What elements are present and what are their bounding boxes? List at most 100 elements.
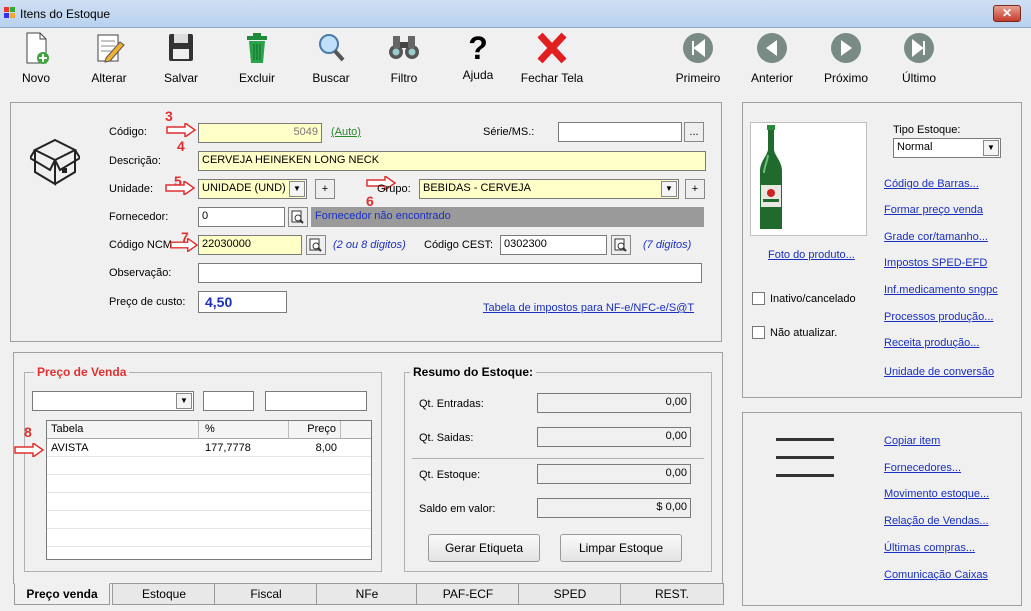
summary-divider (412, 458, 704, 459)
group-value: BEBIDAS - CERVEJA (423, 182, 531, 194)
chevron-down-icon[interactable]: ▼ (661, 181, 677, 197)
clear-stock-button[interactable]: Limpar Estoque (560, 534, 682, 562)
description-label: Descrição: (109, 155, 161, 167)
ncm-field[interactable]: 22030000 (198, 235, 302, 255)
cest-label: Código CEST: (424, 239, 494, 251)
new-button[interactable]: Novo (14, 30, 58, 88)
add-group-button[interactable]: + (685, 179, 705, 199)
description-field[interactable]: CERVEJA HEINEKEN LONG NECK (198, 151, 706, 171)
window-title: Itens do Estoque (20, 7, 111, 21)
code-field[interactable]: 5049 (198, 123, 322, 143)
group-label: Grupo: (377, 183, 411, 195)
row-price-cell: 8,00 (315, 442, 337, 454)
price-grid: Tabela % Preço AVISTA 177,7778 8,00 (46, 420, 372, 560)
cest-field[interactable]: 0302300 (500, 235, 607, 255)
supplier-lookup-button[interactable] (288, 207, 308, 227)
annotation-4: 4 (177, 138, 185, 154)
series-lookup-button[interactable]: ... (684, 122, 704, 142)
tax-table-link[interactable]: Tabela de impostos para NF-e/NFC-e/S@T (483, 302, 694, 314)
column-header-price[interactable]: Preço (289, 421, 341, 439)
photo-link[interactable]: Foto do produto... (768, 249, 855, 261)
tab-nfe[interactable]: NFe (316, 583, 418, 605)
delete-button[interactable]: Excluir (232, 30, 282, 88)
sale-price-title: Preço de Venda (34, 365, 130, 379)
sales-report-link[interactable]: Relação de Vendas... (884, 515, 989, 527)
last-icon (904, 33, 934, 63)
barcode-link[interactable]: Código de Barras... (884, 178, 979, 190)
sped-taxes-link[interactable]: Impostos SPED-EFD (884, 257, 987, 269)
price-formation-link[interactable]: Formar preço venda (884, 204, 983, 216)
app-icon (4, 7, 16, 19)
help-button[interactable]: ? Ajuda (456, 30, 500, 88)
inactive-checkbox[interactable] (752, 292, 765, 305)
close-screen-button[interactable]: Fechar Tela (514, 30, 590, 88)
chevron-down-icon[interactable]: ▼ (289, 181, 305, 197)
first-record-button[interactable]: Primeiro (670, 30, 726, 88)
next-record-button[interactable]: Próximo (816, 30, 876, 88)
column-header-table[interactable]: Tabela (47, 421, 199, 439)
search-document-icon (309, 238, 322, 252)
tab-paf-ecf[interactable]: PAF-ECF (416, 583, 520, 605)
supplier-field[interactable]: 0 (198, 207, 285, 227)
tab-sale-price[interactable]: Preço venda (14, 583, 110, 605)
grid-header: Tabela % Preço (47, 421, 371, 439)
last-record-button[interactable]: Último (892, 30, 946, 88)
generate-label-button[interactable]: Gerar Etiqueta (428, 534, 540, 562)
annotation-8: 8 (24, 424, 32, 440)
price-field[interactable] (265, 391, 367, 411)
stock-movement-link[interactable]: Movimento estoque... (884, 488, 989, 500)
copy-item-link[interactable]: Copiar item (884, 435, 940, 447)
edit-button[interactable]: Alterar (84, 30, 134, 88)
cashier-communication-link[interactable]: Comunicação Caixas (884, 569, 988, 581)
medication-info-link[interactable]: Inf.medicamento sngpc (884, 284, 998, 296)
group-select[interactable]: BEBIDAS - CERVEJA ▼ (419, 179, 679, 199)
save-button[interactable]: Salvar (156, 30, 206, 88)
product-photo[interactable] (750, 122, 867, 236)
red-arrow-icon (170, 238, 198, 252)
last-purchases-link[interactable]: Últimas compras... (884, 542, 975, 554)
percent-field[interactable] (203, 391, 254, 411)
do-not-update-label: Não atualizar. (770, 327, 838, 339)
previous-record-button[interactable]: Anterior (744, 30, 800, 88)
production-recipe-link[interactable]: Receita produção... (884, 337, 979, 349)
code-label: Código: (109, 126, 147, 138)
chevron-down-icon[interactable]: ▼ (176, 393, 192, 409)
unit-select[interactable]: UNIDADE (UND) ▼ (198, 179, 307, 199)
new-document-icon (26, 32, 49, 64)
column-header-percent[interactable]: % (199, 421, 289, 439)
box-icon (30, 138, 80, 186)
supplier-label: Fornecedor: (109, 211, 169, 223)
price-table-select[interactable]: ▼ (32, 391, 194, 411)
binoculars-icon (389, 36, 419, 59)
conversion-unit-link[interactable]: Unidade de conversão (884, 366, 994, 378)
cest-hint: (7 digitos) (643, 239, 692, 251)
cost-price-label: Preço de custo: (109, 296, 186, 308)
annotation-3: 3 (165, 108, 173, 124)
close-window-button[interactable]: ✕ (993, 5, 1021, 22)
series-label: Série/MS.: (483, 126, 535, 138)
do-not-update-checkbox[interactable] (752, 326, 765, 339)
filter-button[interactable]: Filtro (382, 30, 426, 88)
observation-field[interactable] (198, 263, 702, 283)
stock-qty-label: Qt. Estoque: (419, 469, 481, 481)
menu-icon[interactable] (776, 438, 834, 478)
add-unit-button[interactable]: + (315, 179, 335, 199)
tab-rest[interactable]: REST. (620, 583, 724, 605)
table-row[interactable]: AVISTA 177,7778 8,00 (47, 441, 371, 458)
ncm-lookup-button[interactable] (306, 235, 326, 255)
tab-fiscal[interactable]: Fiscal (214, 583, 318, 605)
search-button[interactable]: Buscar (306, 30, 356, 88)
red-x-icon (537, 32, 567, 64)
series-field[interactable] (558, 122, 682, 142)
beer-bottle-icon (760, 125, 782, 229)
tab-stock[interactable]: Estoque (112, 583, 216, 605)
chevron-down-icon[interactable]: ▼ (983, 140, 999, 156)
cost-price-field[interactable]: 4,50 (198, 291, 287, 313)
stock-type-select[interactable]: Normal ▼ (893, 138, 1001, 158)
cest-lookup-button[interactable] (611, 235, 631, 255)
production-processes-link[interactable]: Processos produção... (884, 311, 993, 323)
grid-color-size-link[interactable]: Grade cor/tamanho... (884, 231, 988, 243)
suppliers-link[interactable]: Fornecedores... (884, 462, 961, 474)
unit-value: UNIDADE (UND) (202, 182, 286, 194)
tab-sped[interactable]: SPED (518, 583, 622, 605)
